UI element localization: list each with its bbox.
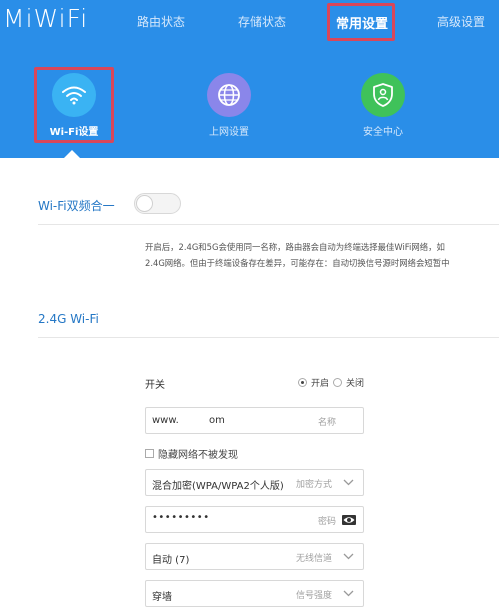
- subnav-highlight-box: [34, 67, 114, 143]
- top-header: MiWiFi 路由状态 存储状态 常用设置 高级设置 Wi-Fi设置 上网设置: [0, 0, 499, 159]
- dual-band-label: Wi-Fi双频合一: [38, 199, 115, 213]
- active-pointer-arrow: [63, 150, 81, 159]
- wifi-switch-label: 开关: [145, 380, 165, 391]
- toggle-knob: [136, 195, 153, 212]
- ssid-value-right: om: [209, 415, 225, 426]
- chevron-down-icon: [343, 553, 354, 560]
- globe-icon: [207, 73, 251, 117]
- password-hint: 密码: [318, 517, 337, 527]
- nav-advanced-settings[interactable]: 高级设置: [437, 13, 485, 30]
- encryption-hint: 加密方式: [296, 480, 333, 490]
- hide-network-row: 隐藏网络不被发现: [145, 446, 238, 461]
- radio-off[interactable]: [333, 378, 343, 387]
- subnav-security-label: 安全中心: [363, 127, 403, 138]
- encryption-select[interactable]: 混合加密(WPA/WPA2个人版) 加密方式: [145, 469, 364, 496]
- section-24g-title: 2.4G Wi-Fi: [38, 312, 99, 326]
- dual-band-toggle[interactable]: [134, 193, 181, 214]
- chevron-down-icon: [343, 479, 354, 486]
- hide-network-label: 隐藏网络不被发现: [158, 450, 238, 461]
- radio-on-label: 开启: [311, 379, 330, 389]
- ssid-input[interactable]: www. om 名称: [145, 407, 364, 434]
- chevron-down-icon: [343, 590, 354, 597]
- subnav-security-center[interactable]: 安全中心: [343, 73, 423, 138]
- channel-hint: 无线信道: [296, 554, 333, 564]
- subnav-internet-label: 上网设置: [209, 127, 249, 138]
- ssid-hint: 名称: [318, 418, 337, 428]
- dual-band-desc-line2: 2.4G网络。但由于终端设备存在差异，可能存在：自动切换信号源时网络会短暂中: [145, 258, 450, 268]
- ssid-value-left: www.: [152, 415, 179, 426]
- signal-strength-select[interactable]: 穿墙 信号强度: [145, 580, 364, 607]
- signal-value: 穿墙: [152, 592, 172, 603]
- radio-off-label: 关闭: [346, 379, 365, 389]
- hide-network-checkbox[interactable]: [145, 449, 154, 458]
- divider-1: [38, 224, 499, 225]
- signal-hint: 信号强度: [296, 591, 333, 601]
- password-value: •••••••••: [152, 512, 210, 523]
- subnav-internet-settings[interactable]: 上网设置: [189, 73, 269, 138]
- miwifi-logo[interactable]: MiWiFi: [3, 4, 88, 33]
- radio-on[interactable]: [298, 378, 307, 387]
- wifi-switch-radio-group: 开启 关闭: [298, 376, 364, 389]
- encryption-value: 混合加密(WPA/WPA2个人版): [152, 481, 284, 492]
- channel-value: 自动 (7): [152, 555, 190, 566]
- show-password-eye-icon[interactable]: [342, 515, 356, 525]
- divider-2: [38, 337, 499, 338]
- nav-storage-status[interactable]: 存储状态: [238, 13, 286, 30]
- dual-band-desc-line1: 开启后，2.4G和5G会使用同一名称，路由器会自动为终端选择最佳WiFi网络，如: [145, 242, 445, 252]
- nav-router-status[interactable]: 路由状态: [137, 13, 185, 30]
- shield-icon: [361, 73, 405, 117]
- channel-select[interactable]: 自动 (7) 无线信道: [145, 543, 364, 570]
- nav-highlight-box: [327, 3, 395, 41]
- password-input[interactable]: ••••••••• 密码: [145, 506, 364, 533]
